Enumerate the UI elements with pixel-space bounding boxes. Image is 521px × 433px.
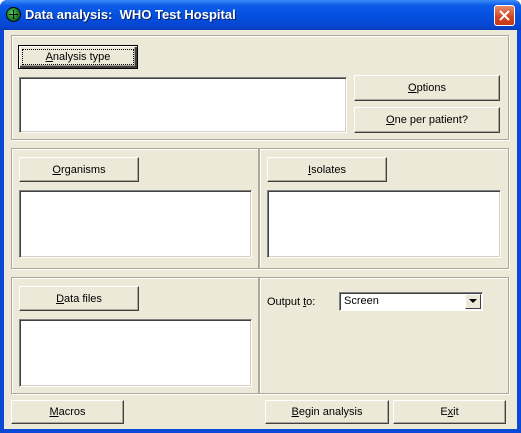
output-to-label: Output to: xyxy=(267,296,316,308)
begin-analysis-button[interactable]: Begin analysis xyxy=(265,400,389,424)
close-icon xyxy=(499,10,510,21)
one-per-patient-button[interactable]: One per patient? xyxy=(354,107,500,133)
organisms-button[interactable]: Organisms xyxy=(19,157,139,182)
output-selected-value: Screen xyxy=(344,295,379,307)
globe-icon xyxy=(6,7,21,22)
isolates-list[interactable] xyxy=(267,190,501,258)
analysis-type-list[interactable] xyxy=(19,77,347,133)
data-files-list[interactable] xyxy=(19,319,252,387)
macros-button[interactable]: Macros xyxy=(11,400,124,424)
options-button[interactable]: Options xyxy=(354,75,500,101)
app-window: Data analysis: WHO Test Hospital Analysi… xyxy=(0,0,521,433)
output-dropdown-button[interactable] xyxy=(465,294,481,309)
organisms-list[interactable] xyxy=(19,190,252,258)
output-select[interactable]: Screen xyxy=(339,292,483,311)
chevron-down-icon xyxy=(469,299,477,303)
dialog-client: Analysis type Options One per patient? O… xyxy=(4,30,517,429)
data-files-button[interactable]: Data files xyxy=(19,286,139,311)
title-bar[interactable]: Data analysis: WHO Test Hospital xyxy=(0,0,521,30)
exit-button[interactable]: Exit xyxy=(393,400,506,424)
close-button[interactable] xyxy=(494,5,515,26)
isolates-button[interactable]: Isolates xyxy=(267,157,387,182)
window-title: Data analysis: WHO Test Hospital xyxy=(25,7,236,22)
analysis-type-button[interactable]: Analysis type xyxy=(18,45,138,69)
